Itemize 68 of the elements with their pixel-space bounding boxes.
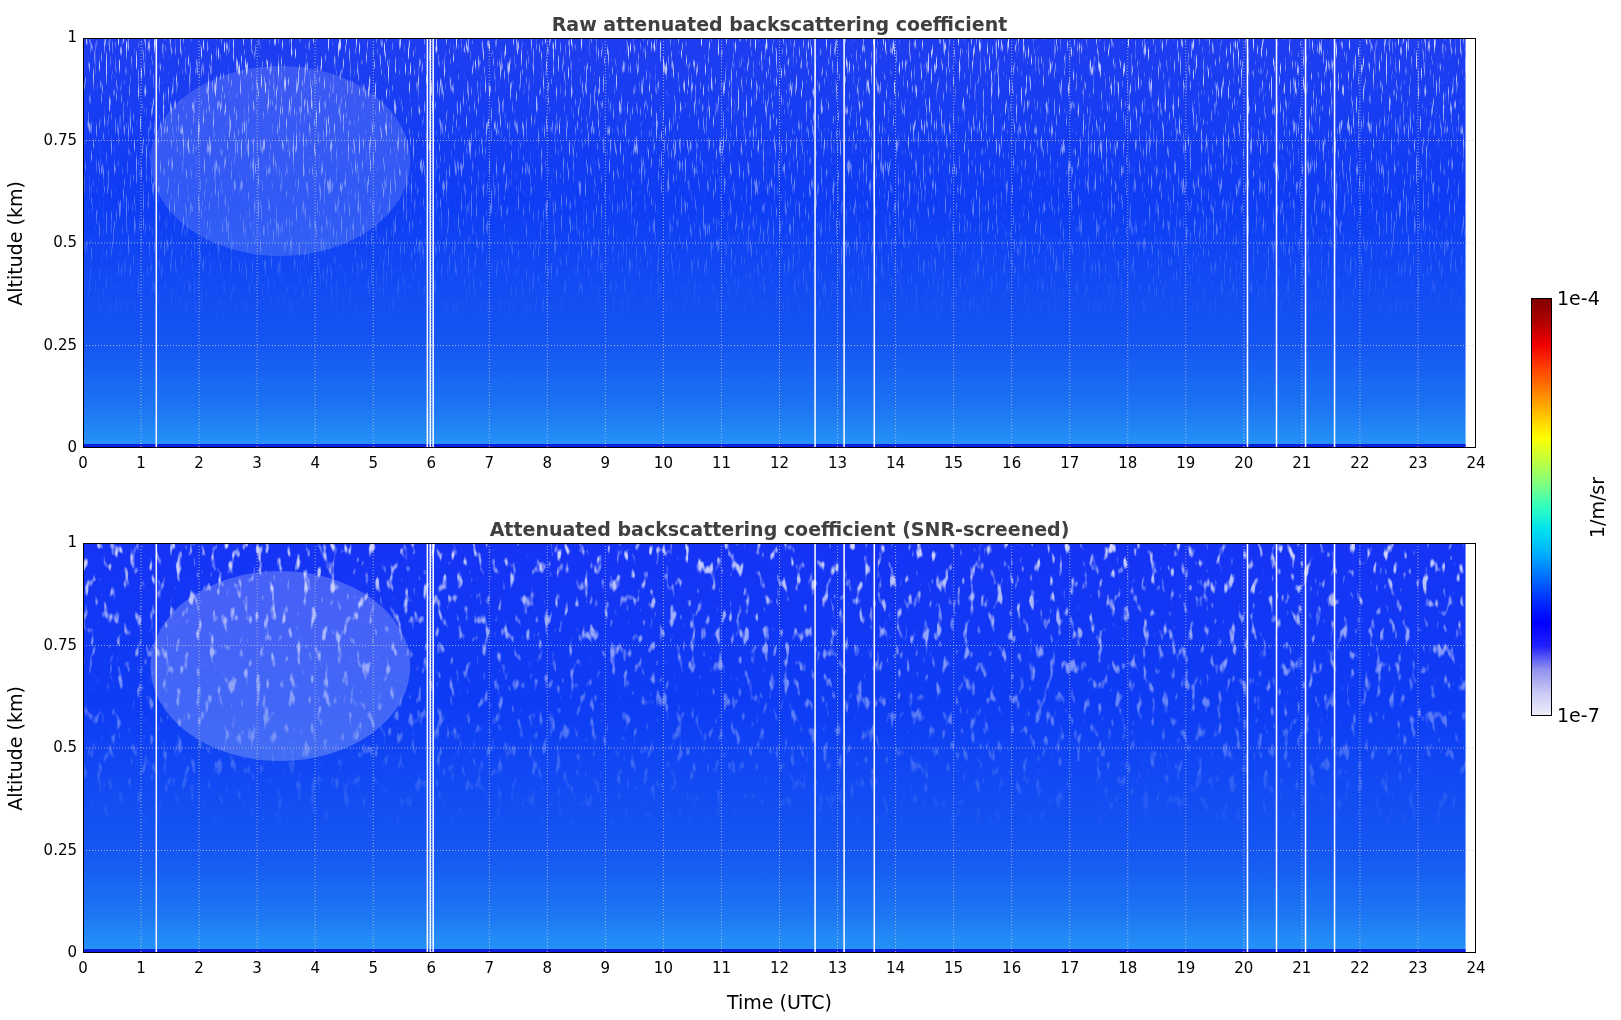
tick-label: 23	[1408, 456, 1428, 471]
tick-label: 1e-4	[1557, 289, 1600, 308]
tick-label: 21	[1292, 961, 1312, 976]
tick-label: 14	[886, 961, 906, 976]
tick-label: 0	[78, 456, 88, 471]
tick-label: 1e-7	[1557, 706, 1600, 725]
tick-label: 20	[1234, 961, 1254, 976]
tick-label: 13	[828, 961, 848, 976]
tick-label: 1	[136, 456, 146, 471]
tick-label: 0.75	[43, 637, 77, 653]
axis-label: Altitude (km)	[5, 180, 25, 306]
tick-label: 23	[1408, 961, 1428, 976]
tick-label: 5	[368, 961, 378, 976]
tick-label: 0.5	[53, 235, 77, 250]
tick-label: 3	[252, 961, 262, 976]
tick-label: 0	[67, 945, 77, 960]
tick-label: 16	[1002, 961, 1022, 976]
chart-title: Raw attenuated backscattering coefficient	[551, 15, 1008, 34]
tick-label: 10	[653, 456, 673, 471]
tick-label: 9	[600, 456, 611, 471]
tick-label: 17	[1060, 456, 1080, 471]
tick-label: 12	[769, 961, 790, 976]
tick-label: 18	[1118, 961, 1138, 976]
tick-label: 18	[1118, 456, 1138, 471]
tick-label: 9	[600, 961, 611, 976]
tick-label: 7	[484, 961, 495, 976]
tick-label: 2	[194, 456, 204, 471]
chart-title: Attenuated backscattering coefficient (SNR-screened)	[489, 520, 1070, 539]
tick-label: 19	[1176, 961, 1196, 976]
tick-label: 1	[67, 535, 77, 550]
tick-label: 14	[886, 456, 906, 471]
tick-label: 15	[944, 456, 964, 471]
tick-label: 4	[310, 456, 320, 471]
tick-label: 4	[310, 961, 320, 976]
tick-label: 5	[368, 456, 378, 471]
tick-label: 1	[67, 30, 77, 45]
tick-label: 11	[711, 961, 731, 976]
tick-label: 20	[1234, 456, 1254, 471]
tick-label: 24	[1466, 961, 1486, 976]
tick-label: 17	[1060, 961, 1080, 976]
tick-label: 0.25	[43, 337, 77, 353]
tick-label: 0.5	[53, 740, 77, 755]
tick-label: 15	[944, 961, 964, 976]
tick-label: 6	[426, 961, 436, 976]
tick-label: 16	[1002, 456, 1022, 471]
tick-label: 7	[484, 456, 495, 471]
tick-label: 8	[542, 961, 553, 976]
tick-label: 0	[67, 440, 77, 455]
axis-label: Time (UTC)	[727, 993, 832, 1015]
tick-label: 12	[769, 456, 790, 471]
tick-label: 19	[1176, 456, 1196, 471]
tick-label: 22	[1350, 456, 1370, 471]
colorbar-label: 1/m/sr	[1587, 476, 1607, 538]
tick-label: 0.75	[43, 132, 77, 148]
tick-label: 21	[1292, 456, 1312, 471]
tick-label: 10	[653, 961, 673, 976]
tick-label: 0	[78, 961, 88, 976]
tick-label: 6	[426, 456, 436, 471]
tick-label: 11	[711, 456, 731, 471]
tick-label: 1	[136, 961, 146, 976]
tick-label: 8	[542, 456, 553, 471]
tick-label: 2	[194, 961, 204, 976]
tick-label: 0.25	[43, 842, 77, 858]
tick-label: 3	[252, 456, 262, 471]
tick-label: 24	[1466, 456, 1486, 471]
tick-label: 13	[828, 456, 848, 471]
axis-label: Altitude (km)	[5, 685, 25, 811]
tick-label: 22	[1350, 961, 1370, 976]
